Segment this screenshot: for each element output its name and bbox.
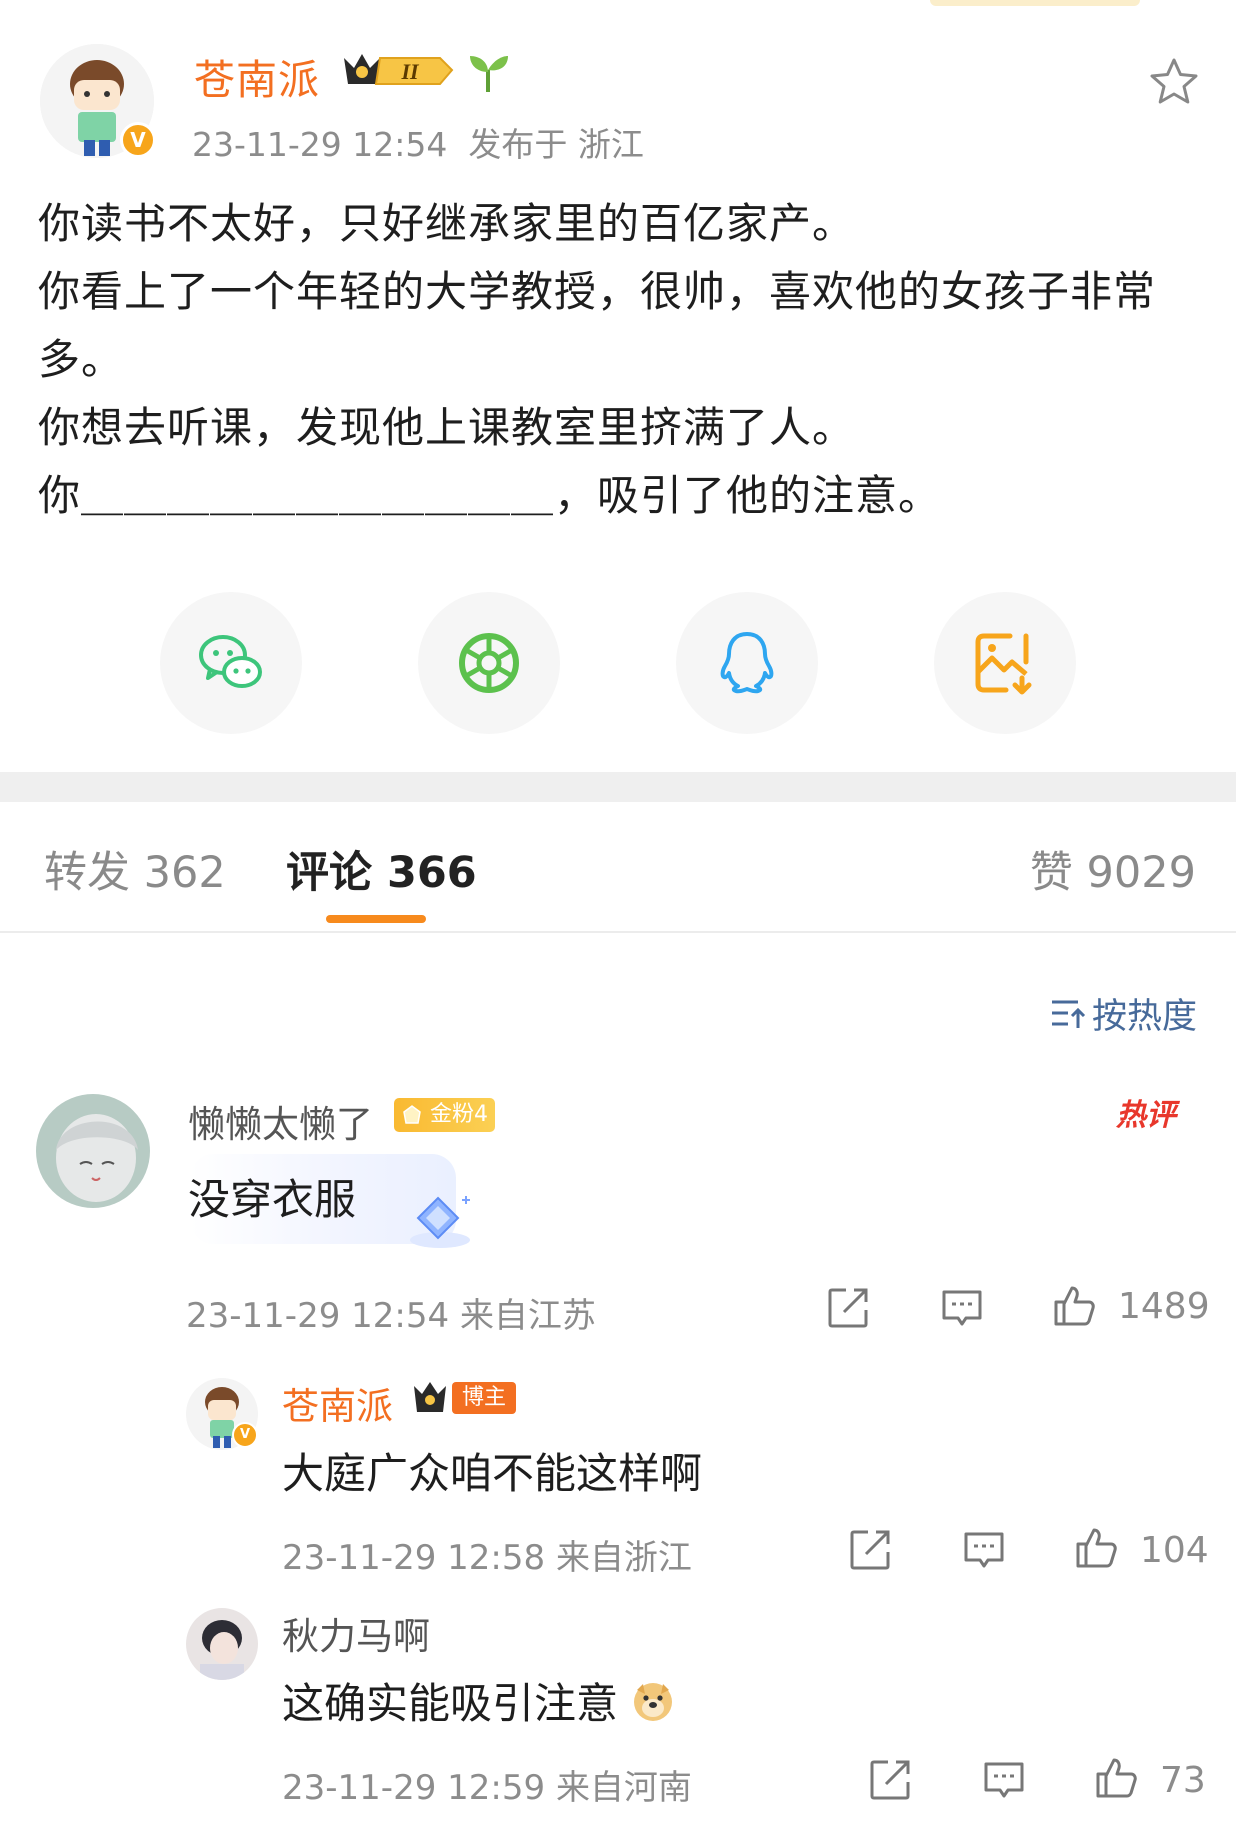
post-line-4: 你想去听课，发现他上课教室里挤满了人。 [38, 403, 856, 452]
sort-icon[interactable] [1050, 996, 1086, 1030]
tab-comments[interactable]: 评论 366 [286, 838, 477, 900]
reply-text-content: 这确实能吸引注意 [282, 1679, 619, 1728]
reply-time: 23-11-29 12:59 [282, 1768, 546, 1808]
tab-reposts[interactable]: 转发 362 [44, 838, 226, 900]
post-meta: 23-11-29 12:54 发布于 浙江 [192, 118, 644, 166]
crown-level-badge-icon: II [344, 54, 454, 85]
like-thumb-icon[interactable] [1074, 1526, 1118, 1570]
reply-comment-icon[interactable] [982, 1758, 1026, 1802]
blogger-badge-text: 博主 [452, 1382, 516, 1414]
post-author-name[interactable]: 苍南派 [194, 46, 320, 106]
reply-location: 来自浙江 [555, 1538, 692, 1578]
like-count: 73 [1160, 1760, 1206, 1801]
reply-author-name[interactable]: 苍南派 [282, 1376, 393, 1430]
blogger-crown-icon [414, 1382, 446, 1412]
favorite-star-icon[interactable] [1148, 56, 1200, 108]
comment-location: 来自江苏 [459, 1296, 596, 1336]
moments-icon [459, 633, 519, 693]
like-thumb-icon[interactable] [1052, 1284, 1096, 1328]
top-glow-decoration [930, 0, 1140, 6]
post-line-5: 你＿＿＿＿＿＿＿＿＿＿＿，吸引了他的注意。 [38, 471, 942, 520]
repost-comment-icon[interactable] [826, 1286, 870, 1330]
wechat-icon [199, 635, 262, 688]
save-image-button[interactable] [934, 592, 1076, 734]
like-thumb-icon[interactable] [1094, 1756, 1138, 1800]
post-line-1: 你读书不太好，只好继承家里的百亿家产。 [38, 199, 856, 248]
reply-text: 大庭广众咱不能这样啊 [282, 1449, 703, 1498]
sprout-icon [470, 56, 508, 92]
post-time: 23-11-29 12:54 [192, 125, 448, 164]
reply-text: 这确实能吸引注意 [282, 1670, 675, 1731]
hot-comment-tag: 热评 [1116, 1098, 1176, 1133]
comment-time: 23-11-29 12:54 [186, 1296, 450, 1336]
sort-by-heat-button[interactable]: 按热度 [1092, 988, 1197, 1039]
reply-avatar-illustration [186, 1608, 258, 1680]
share-moments-button[interactable] [418, 592, 560, 734]
like-count: 1489 [1118, 1286, 1210, 1327]
reply-verified-icon: V [232, 1422, 258, 1448]
comment-meta: 23-11-29 12:54 来自江苏 [186, 1288, 596, 1337]
crown-gem-icon [403, 1105, 421, 1124]
commenter-avatar[interactable] [36, 1094, 150, 1208]
fan-level-badge: 金粉4 [394, 1098, 495, 1132]
post-line-2: 你看上了一个年轻的大学教授，很帅，喜欢他的女孩子非常 [38, 267, 1157, 316]
repost-comment-icon[interactable] [868, 1758, 912, 1802]
reply-location: 来自河南 [555, 1768, 692, 1808]
qq-icon [720, 632, 774, 694]
share-wechat-button[interactable] [160, 592, 302, 734]
fan-level-text: 金粉4 [430, 1102, 488, 1127]
post-line-3: 多。 [38, 335, 125, 384]
comment-text: 没穿衣服 [188, 1175, 357, 1224]
commenter-name[interactable]: 懒懒太懒了 [188, 1094, 373, 1148]
level-badge-text: II [400, 59, 420, 84]
share-qq-button[interactable] [676, 592, 818, 734]
tab-likes[interactable]: 赞 9029 [1030, 838, 1196, 900]
save-image-icon [975, 633, 1032, 695]
like-count: 104 [1140, 1530, 1209, 1571]
reply-meta: 23-11-29 12:59 来自河南 [282, 1760, 692, 1809]
reply-comment-icon[interactable] [940, 1286, 984, 1330]
repost-comment-icon[interactable] [848, 1528, 892, 1572]
reply-author-name[interactable]: 秋力马啊 [282, 1606, 430, 1660]
tab-divider-line [0, 931, 1236, 933]
reply-comment-icon[interactable] [962, 1528, 1006, 1572]
verified-badge-icon: V [120, 122, 156, 158]
reply-meta: 23-11-29 12:58 来自浙江 [282, 1530, 692, 1579]
post-location: 发布于 浙江 [468, 125, 644, 164]
post-body: 你读书不太好，只好继承家里的百亿家产。 你看上了一个年轻的大学教授，很帅，喜欢他… [38, 190, 1208, 530]
doge-emoji-icon [634, 1683, 673, 1721]
commenter-avatar-illustration [36, 1094, 150, 1208]
reply-avatar[interactable] [186, 1608, 258, 1680]
section-divider [0, 772, 1236, 802]
reply-time: 23-11-29 12:58 [282, 1538, 546, 1578]
blogger-badge: 博主 [412, 1380, 520, 1416]
diamond-decoration-icon [410, 1196, 470, 1248]
active-tab-indicator [326, 915, 426, 923]
